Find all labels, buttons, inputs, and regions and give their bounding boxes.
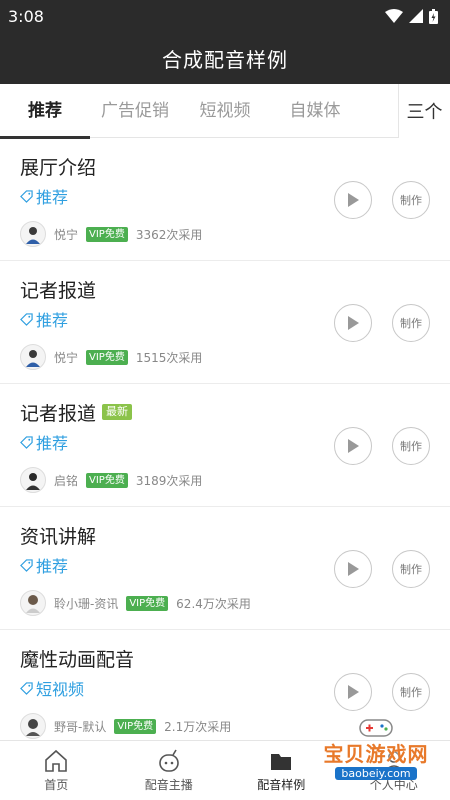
avatar-person-icon [26, 719, 40, 736]
item-title: 记者报道 [20, 279, 97, 302]
tab-ad-promo[interactable]: 广告促销 [90, 84, 180, 138]
page-title: 合成配音样例 [162, 47, 288, 72]
play-button[interactable] [334, 427, 372, 465]
author-name: 聆小珊-资讯 [54, 596, 119, 611]
item-title: 资讯讲解 [20, 525, 97, 548]
category-tabs: 推荐 广告促销 短视频 自媒体 三个 [0, 84, 450, 139]
tag-icon [20, 558, 33, 572]
vip-badge: VIP免费 [126, 595, 169, 611]
play-icon [348, 562, 359, 576]
tag-icon [20, 435, 33, 449]
home-icon [45, 749, 68, 772]
status-time: 3:08 [8, 6, 44, 26]
tab-recommend[interactable]: 推荐 [0, 84, 90, 139]
tab-short-video[interactable]: 短视频 [180, 84, 270, 138]
tag-label: 推荐 [36, 311, 69, 330]
site-watermark: 宝贝游戏网 baobeiy.com [316, 716, 436, 782]
play-icon [348, 193, 359, 207]
vip-badge: VIP免费 [86, 349, 128, 365]
usage-count: 3362次采用 [135, 227, 203, 242]
play-button[interactable] [334, 181, 372, 219]
avatar-person-icon [26, 227, 40, 244]
nav-home-label: 首页 [44, 777, 69, 792]
vip-badge: VIP免费 [86, 226, 128, 242]
play-button[interactable] [334, 673, 372, 711]
nav-anchors[interactable]: 配音主播 [113, 741, 226, 800]
play-icon [348, 685, 359, 699]
play-icon [348, 439, 359, 453]
nav-home[interactable]: 首页 [0, 741, 113, 800]
tag-label: 推荐 [36, 188, 69, 207]
item-title: 记者报道 [20, 402, 97, 425]
make-button[interactable]: 制作 [392, 181, 430, 219]
avatar-person-icon [26, 473, 40, 490]
usage-count: 3189次采用 [135, 473, 203, 488]
make-button[interactable]: 制作 [392, 550, 430, 588]
avatar-person-icon [26, 595, 40, 613]
usage-count: 2.1万次采用 [164, 719, 232, 734]
wifi-icon [385, 9, 403, 23]
tab-menu-label: 三个 [406, 102, 443, 123]
watermark-url: baobeiy.com [335, 767, 417, 780]
item-title: 魔性动画配音 [20, 648, 135, 671]
folder-icon [271, 753, 292, 770]
robot-face-icon [158, 749, 179, 772]
play-button[interactable] [334, 550, 372, 588]
list-item[interactable]: 资讯讲解 推荐 聆小珊-资讯 VIP免费 62.4万次采用 制作 [0, 507, 450, 630]
page-title-bar: 合成配音样例 [0, 32, 450, 84]
tag-icon [20, 312, 33, 326]
nav-anchors-label: 配音主播 [144, 777, 193, 792]
list-item[interactable]: 记者报道 推荐 悦宁 VIP免费 1515次采用 制作 [0, 261, 450, 384]
avatar [20, 221, 46, 247]
tag-label: 短视频 [36, 680, 85, 699]
tag-icon [20, 681, 33, 695]
new-badge: 最新 [102, 404, 133, 420]
status-bar: 3:08 [0, 0, 450, 32]
vip-badge: VIP免费 [86, 472, 128, 488]
author-name: 启铭 [54, 473, 79, 488]
sample-list: 展厅介绍 推荐 悦宁 VIP免费 3362次采用 制作 记者报道 推荐 悦宁 V… [0, 138, 450, 741]
tag-icon [20, 189, 33, 203]
list-item[interactable]: 记者报道 最新 推荐 启铭 VIP免费 3189次采用 制作 [0, 384, 450, 507]
signal-icon [409, 9, 423, 23]
tab-self-media[interactable]: 自媒体 [270, 84, 360, 138]
play-icon [348, 316, 359, 330]
avatar [20, 344, 46, 370]
make-button[interactable]: 制作 [392, 673, 430, 711]
tab-menu-button[interactable]: 三个 [398, 84, 450, 138]
author-name: 悦宁 [54, 350, 79, 365]
author-name: 野哥-默认 [54, 719, 107, 734]
make-button[interactable]: 制作 [392, 427, 430, 465]
battery-icon [429, 8, 438, 24]
vip-badge: VIP免费 [114, 718, 157, 734]
tag-label: 推荐 [36, 557, 69, 576]
avatar [20, 713, 46, 739]
usage-count: 1515次采用 [135, 350, 203, 365]
tag-label: 推荐 [36, 434, 69, 453]
nav-samples-label: 配音样例 [257, 777, 306, 792]
avatar [20, 590, 46, 616]
list-item[interactable]: 展厅介绍 推荐 悦宁 VIP免费 3362次采用 制作 [0, 138, 450, 261]
usage-count: 62.4万次采用 [176, 596, 251, 611]
play-button[interactable] [334, 304, 372, 342]
make-button[interactable]: 制作 [392, 304, 430, 342]
author-name: 悦宁 [54, 227, 79, 242]
avatar [20, 467, 46, 493]
gamepad-icon [359, 719, 393, 737]
avatar-person-icon [26, 350, 40, 367]
item-title: 展厅介绍 [20, 156, 97, 179]
watermark-text: 宝贝游戏网 [323, 742, 429, 766]
